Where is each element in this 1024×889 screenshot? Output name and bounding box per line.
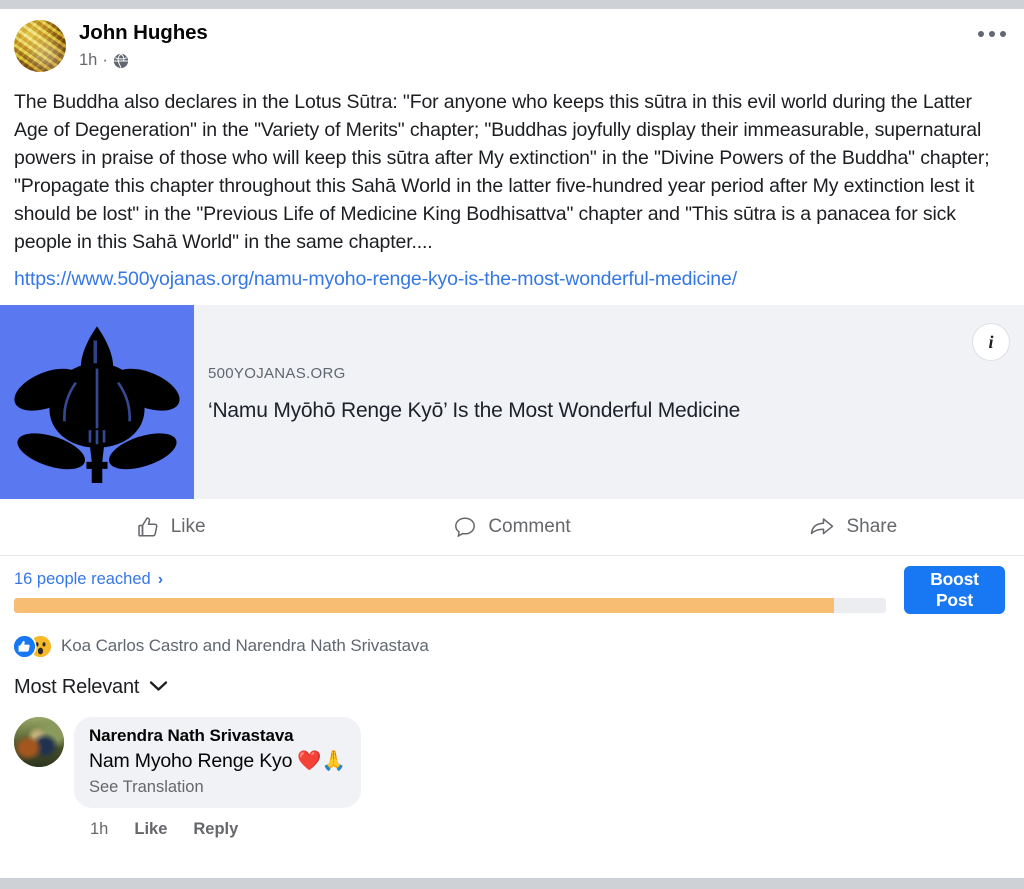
people-reached-label: 16 people reached: [14, 570, 151, 589]
share-button[interactable]: Share: [683, 499, 1024, 555]
post-link-url[interactable]: https://www.500yojanas.org/namu-myoho-re…: [0, 256, 1024, 305]
post-body-text: The Buddha also declares in the Lotus Sū…: [14, 91, 990, 254]
comment-like-button[interactable]: Like: [134, 820, 167, 839]
share-arrow-icon: [809, 515, 835, 539]
reaction-names[interactable]: Koa Carlos Castro and Narendra Nath Sriv…: [61, 636, 429, 656]
chevron-right-icon: ›: [157, 570, 164, 588]
comment-button[interactable]: Comment: [341, 499, 682, 555]
post-card: John Hughes 1h · The Buddha also declare…: [0, 9, 1024, 839]
people-reached-link[interactable]: 16 people reached ›: [14, 570, 163, 589]
share-button-label: Share: [846, 516, 898, 538]
comment-button-label: Comment: [488, 516, 571, 538]
comment-item: Narendra Nath Srivastava Nam Myoho Renge…: [0, 699, 1024, 838]
author-avatar[interactable]: [14, 20, 66, 72]
post-header: John Hughes 1h ·: [0, 9, 1024, 72]
facebook-post-screenshot: John Hughes 1h · The Buddha also declare…: [0, 0, 1024, 889]
reactions-summary-row[interactable]: Koa Carlos Castro and Narendra Nath Sriv…: [0, 626, 1024, 660]
ellipsis-dot: [1000, 31, 1006, 37]
comment-text: Nam Myoho Renge Kyo ❤️🙏: [89, 750, 346, 773]
comment-action-row: 1h Like Reply: [74, 808, 361, 839]
comment-bubble: Narendra Nath Srivastava Nam Myoho Renge…: [74, 717, 361, 808]
post-header-text: John Hughes 1h ·: [79, 20, 208, 68]
post-action-bar: Like Comment Share: [0, 499, 1024, 557]
meta-separator: ·: [102, 50, 108, 69]
reach-progress-track: [14, 598, 886, 614]
link-preview-card[interactable]: 500YOJANAS.ORG ‘Namu Myōhō Renge Kyō’ Is…: [0, 305, 1024, 500]
comment-sort-label: Most Relevant: [14, 676, 140, 699]
comment-reply-button[interactable]: Reply: [193, 820, 238, 839]
comment-content: Narendra Nath Srivastava Nam Myoho Renge…: [74, 717, 361, 838]
reach-progress-fill: [14, 598, 834, 614]
globe-icon[interactable]: [113, 53, 129, 69]
link-preview-info: 500YOJANAS.ORG ‘Namu Myōhō Renge Kyō’ Is…: [194, 305, 1024, 499]
post-reach-section: 16 people reached › Boost Post: [0, 556, 1024, 626]
post-more-options-button[interactable]: [978, 31, 1006, 37]
thumbs-up-icon: [136, 515, 160, 539]
bottom-chrome-bar: [0, 878, 1024, 889]
ellipsis-dot: [989, 31, 995, 37]
comment-timestamp[interactable]: 1h: [90, 820, 108, 839]
chevron-down-icon: [149, 679, 168, 697]
author-name[interactable]: John Hughes: [79, 22, 208, 44]
like-reaction-icon: [14, 635, 35, 657]
top-chrome-bar: [0, 0, 1024, 9]
comment-sort-dropdown[interactable]: Most Relevant: [0, 660, 1024, 699]
post-timestamp[interactable]: 1h: [79, 51, 97, 69]
link-preview-title[interactable]: ‘Namu Myōhō Renge Kyō’ Is the Most Wonde…: [208, 399, 1024, 423]
tachibana-kamon-crest-icon: [14, 326, 180, 484]
see-translation-link[interactable]: See Translation: [89, 778, 346, 797]
post-meta: 1h ·: [79, 50, 208, 69]
ellipsis-dot: [978, 31, 984, 37]
like-button[interactable]: Like: [0, 499, 341, 555]
comment-bubble-icon: [453, 515, 477, 539]
commenter-avatar[interactable]: [14, 717, 64, 768]
link-preview-domain: 500YOJANAS.ORG: [208, 365, 346, 383]
boost-post-button[interactable]: Boost Post: [904, 566, 1005, 615]
like-button-label: Like: [170, 516, 206, 538]
comment-author-name[interactable]: Narendra Nath Srivastava: [89, 726, 346, 746]
link-preview-thumbnail[interactable]: [0, 305, 194, 500]
